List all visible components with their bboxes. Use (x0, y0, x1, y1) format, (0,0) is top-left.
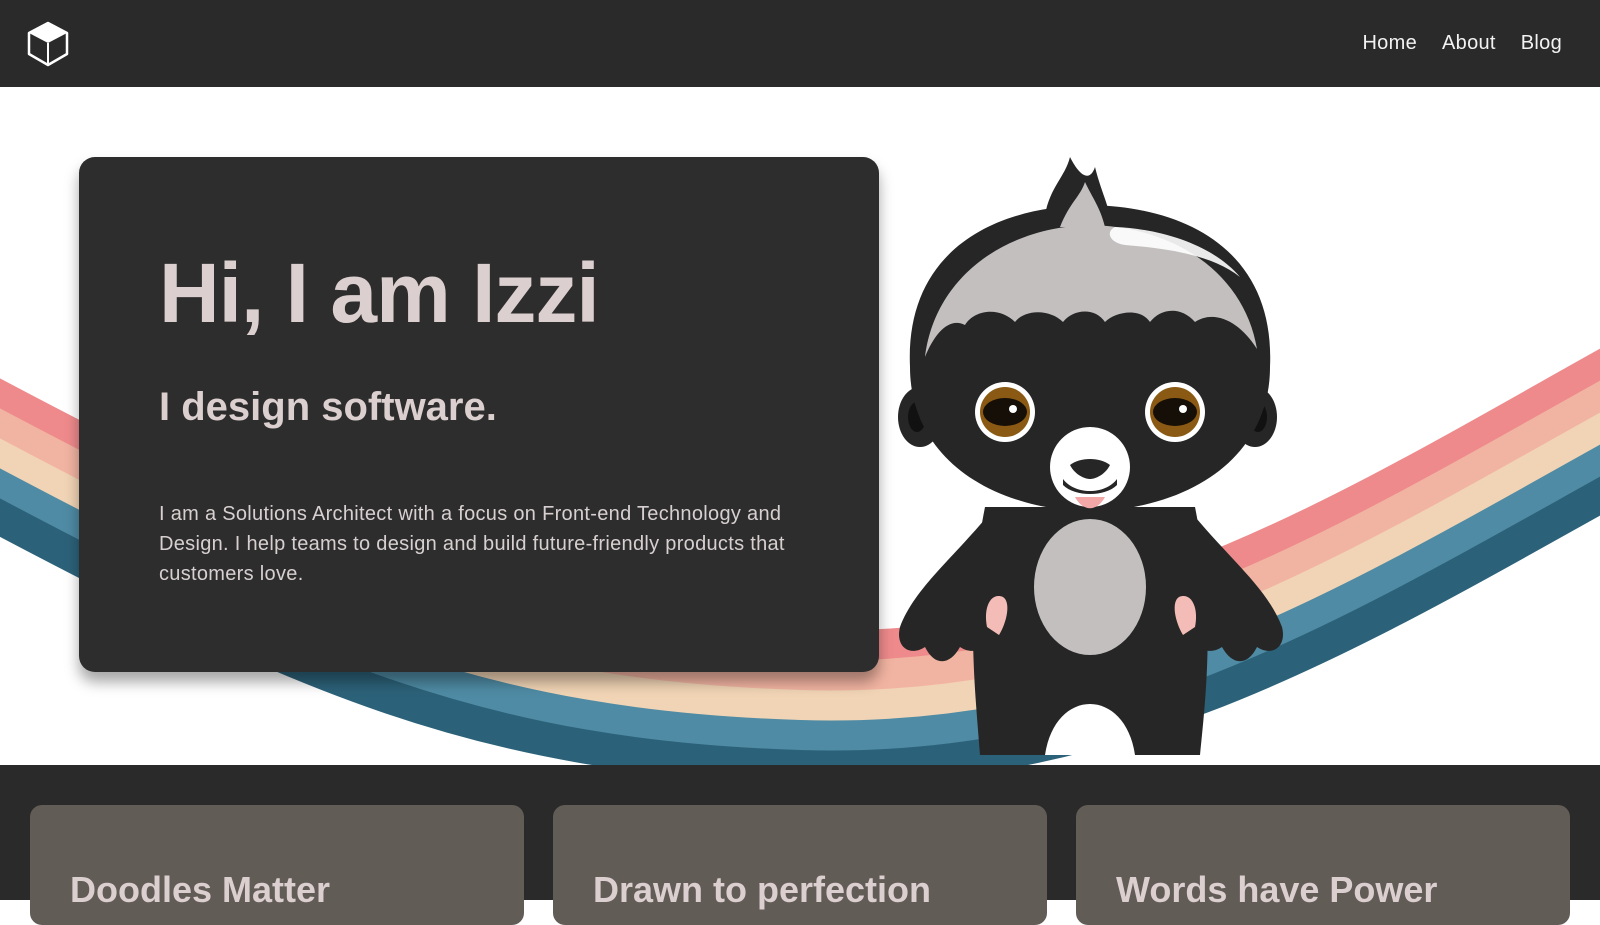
feature-card-doodles[interactable]: Doodles Matter (30, 805, 524, 925)
feature-card-drawn[interactable]: Drawn to perfection (553, 805, 1047, 925)
hero-subtitle: I design software. (159, 385, 497, 429)
nav-link-home[interactable]: Home (1362, 32, 1417, 55)
feature-card-title: Words have Power (1116, 869, 1438, 910)
top-navbar: Home About Blog (0, 0, 1600, 87)
intro-card: Hi, I am Izzi I design software. I am a … (79, 157, 879, 672)
feature-cards-section: Doodles Matter Drawn to perfection Words… (0, 765, 1600, 925)
feature-card-title: Drawn to perfection (593, 869, 932, 910)
cube-logo-icon[interactable] (24, 20, 72, 68)
hero-section: Hi, I am Izzi I design software. I am a … (0, 87, 1600, 765)
feature-card-words[interactable]: Words have Power (1076, 805, 1570, 925)
hero-description: I am a Solutions Architect with a focus … (159, 503, 785, 585)
nav-link-blog[interactable]: Blog (1521, 32, 1562, 55)
nav-link-about[interactable]: About (1442, 32, 1496, 55)
hero-title: Hi, I am Izzi (159, 246, 600, 340)
honey-badger-mascot (898, 157, 1283, 755)
main-nav: Home About Blog (1362, 0, 1562, 87)
feature-card-title: Doodles Matter (70, 869, 331, 910)
